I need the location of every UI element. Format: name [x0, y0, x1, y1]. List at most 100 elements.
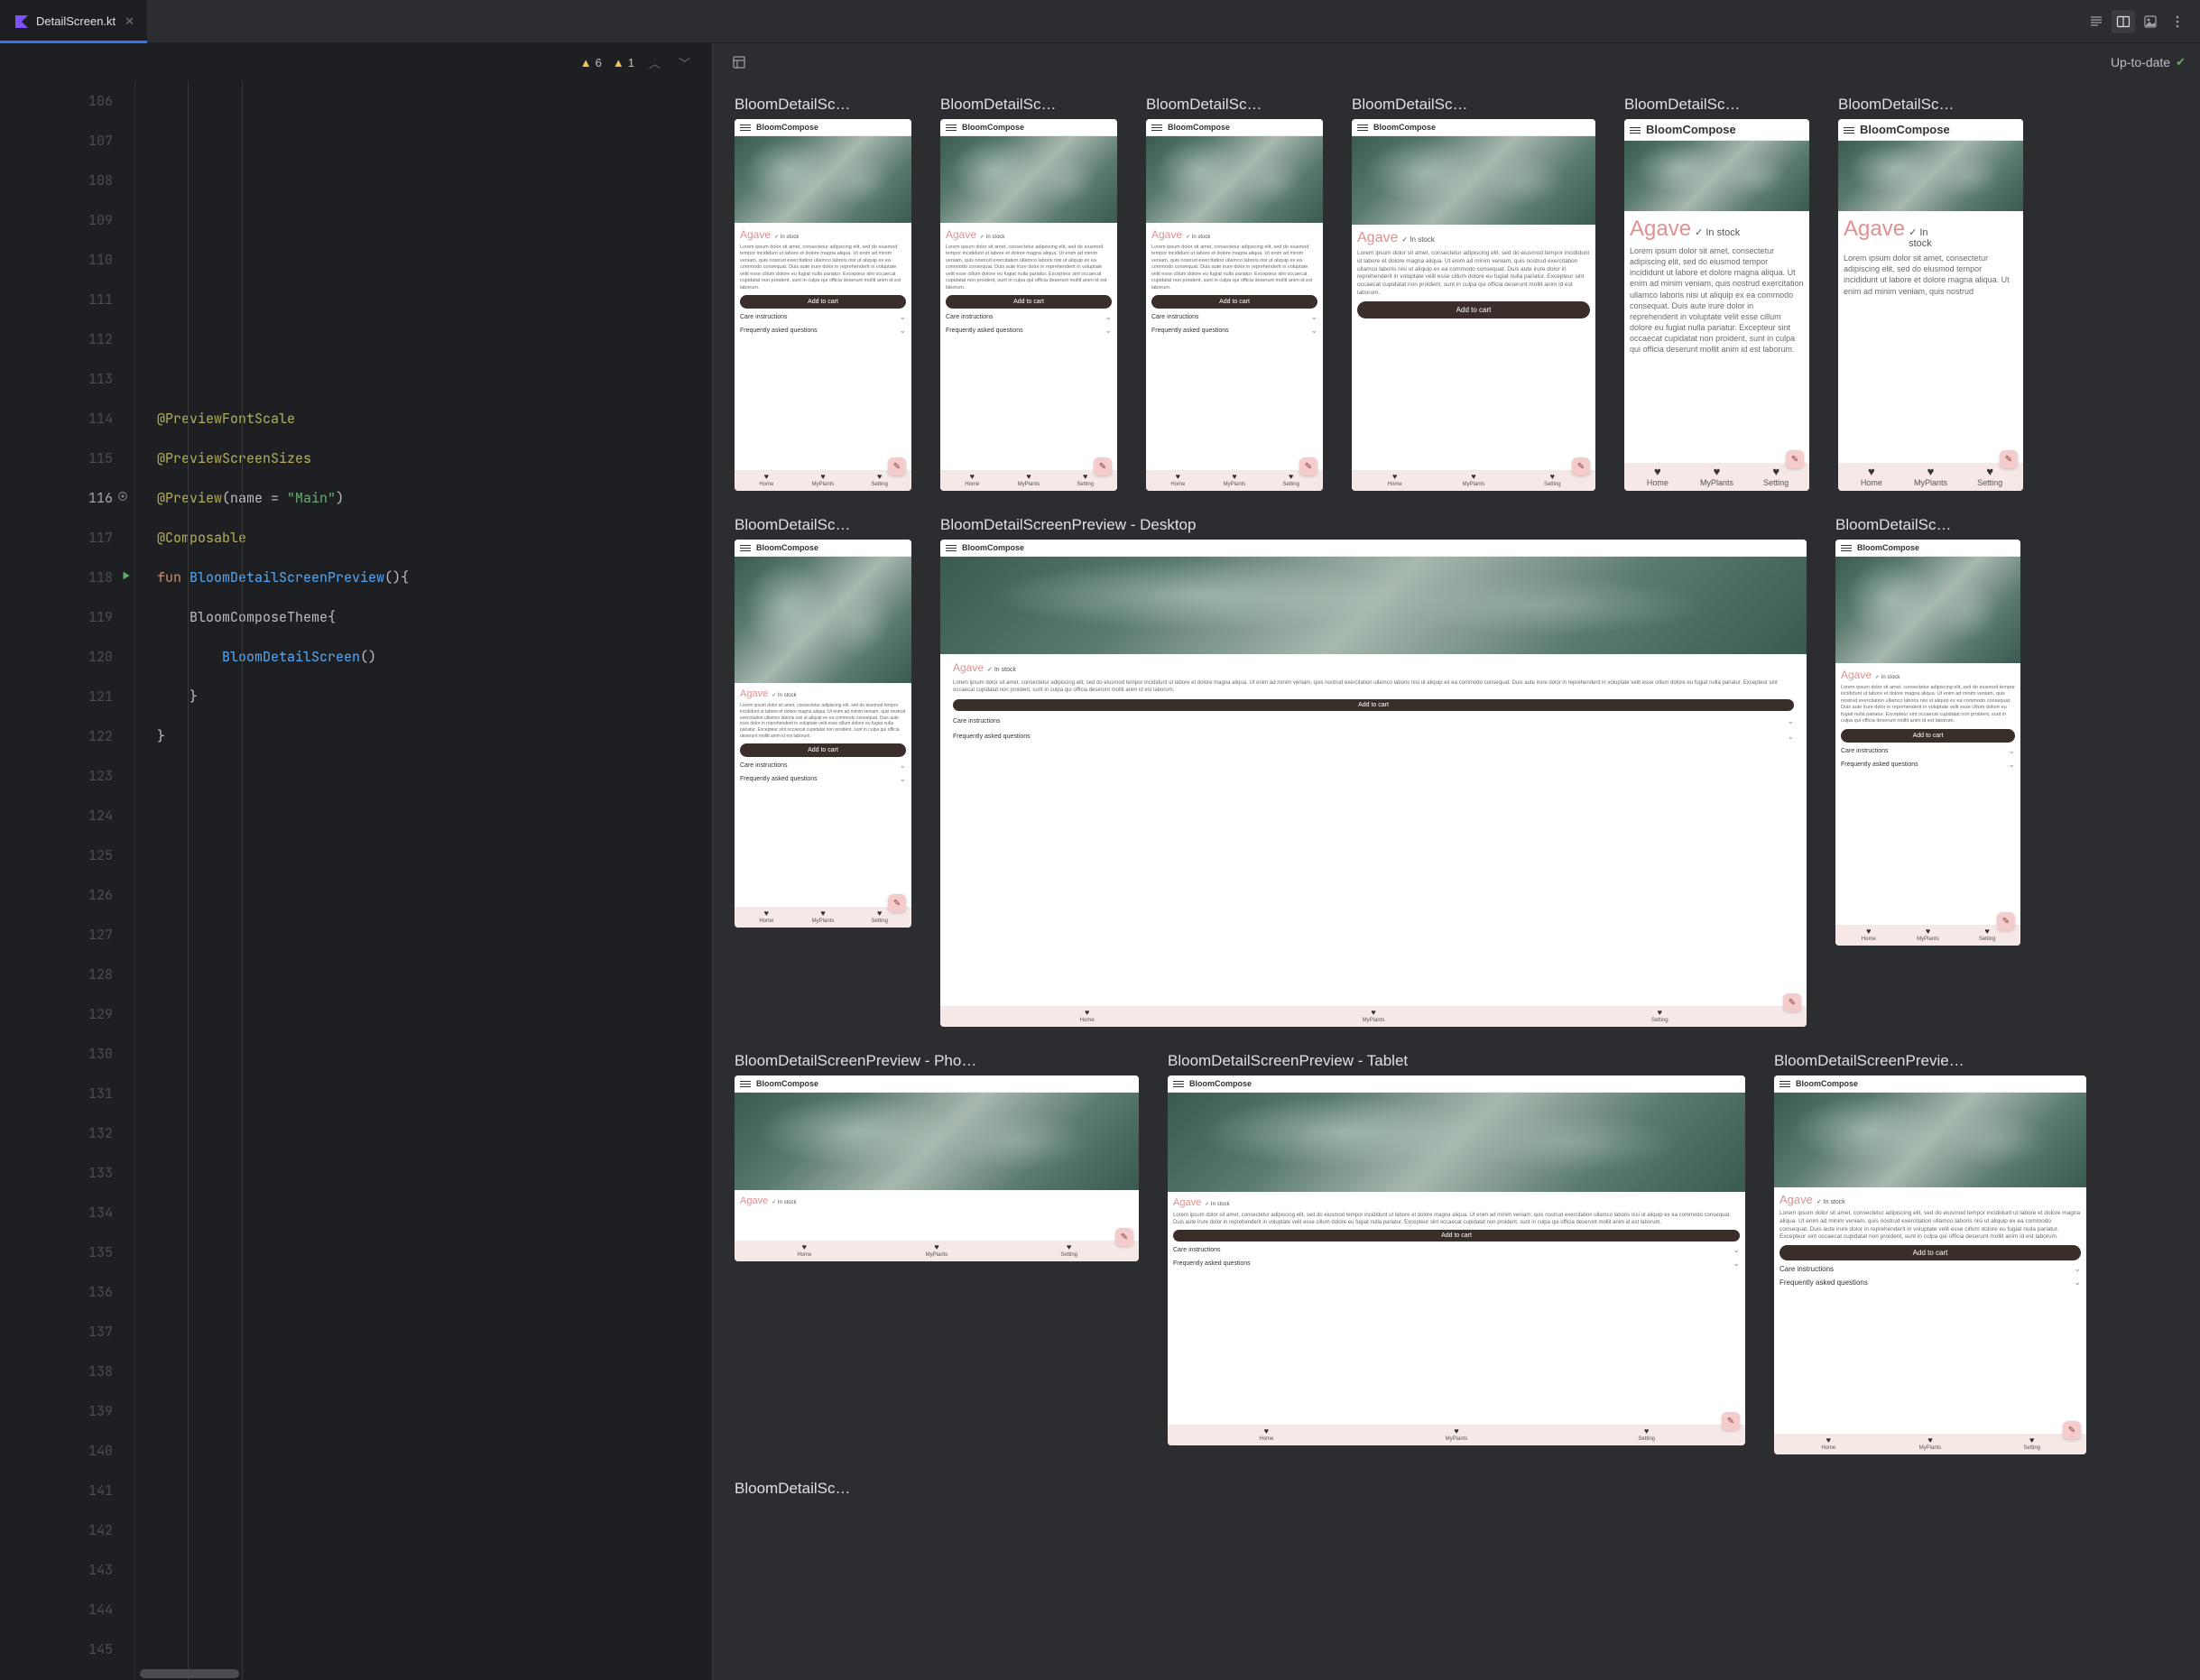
line-number[interactable]: 120	[0, 637, 113, 677]
faq-header[interactable]: Frequently asked questions	[740, 774, 906, 784]
edit-fab[interactable]: ✎	[1572, 457, 1590, 475]
code-view-button[interactable]	[2084, 10, 2108, 33]
code-line[interactable]	[157, 1352, 712, 1391]
code-line[interactable]	[157, 319, 712, 359]
faq-header[interactable]: Frequently asked questions	[1173, 1259, 1740, 1269]
faq-header[interactable]: Frequently asked questions	[740, 326, 906, 336]
file-tab-detailscreen[interactable]: DetailScreen.kt ✕	[0, 0, 147, 42]
code-line[interactable]	[157, 955, 712, 994]
bottom-nav-item[interactable]: ♥ MyPlants	[1899, 928, 1958, 942]
bottom-nav-item[interactable]: ♥ Setting	[1746, 466, 1806, 487]
line-number[interactable]: 108	[0, 161, 113, 200]
next-highlight-button[interactable]: ﹀	[675, 52, 694, 73]
bottom-nav-item[interactable]: ♥ Home	[738, 909, 795, 924]
line-number[interactable]: 141	[0, 1471, 113, 1510]
code-line[interactable]	[157, 994, 712, 1034]
code-line[interactable]	[157, 1312, 712, 1352]
bottom-nav-item[interactable]: ♥ Setting	[1517, 1009, 1803, 1023]
faq-header[interactable]: Frequently asked questions	[953, 732, 1794, 742]
edit-fab[interactable]: ✎	[1299, 457, 1317, 475]
line-number[interactable]: 107	[0, 121, 113, 161]
preview-surface[interactable]: BloomCompose Agave✓ In stock Lorem ipsum…	[1624, 119, 1809, 491]
edit-fab[interactable]: ✎	[888, 894, 906, 912]
line-number[interactable]: 145	[0, 1629, 113, 1669]
bottom-nav-item[interactable]: ♥ MyPlants	[795, 909, 852, 924]
scrollbar-thumb[interactable]	[140, 1669, 239, 1678]
edit-fab[interactable]: ✎	[2063, 1421, 2081, 1439]
weak-warning-indicator[interactable]: ▲ 6	[580, 56, 602, 69]
line-number[interactable]: 129	[0, 994, 113, 1034]
bottom-nav-item[interactable]: ♥ Home	[1839, 928, 1899, 942]
code-line[interactable]	[157, 796, 712, 835]
hamburger-icon[interactable]	[1841, 543, 1852, 552]
line-number[interactable]: 116	[0, 478, 113, 518]
care-instructions-header[interactable]: Care instructions	[1779, 1264, 2081, 1274]
line-number[interactable]: 128	[0, 955, 113, 994]
code-line[interactable]	[157, 1113, 712, 1153]
preview-surface[interactable]: BloomCompose Agave✓ In stock Lorem ipsum…	[735, 540, 911, 928]
bottom-nav-item[interactable]: ♥ MyPlants	[795, 473, 852, 487]
code-line[interactable]: }	[157, 677, 712, 716]
faq-header[interactable]: Frequently asked questions	[1151, 326, 1317, 336]
line-number[interactable]: 112	[0, 319, 113, 359]
preview-surface[interactable]: BloomCompose Agave✓ In stock Lorem ipsum…	[1835, 540, 2020, 946]
code-line[interactable]: @Composable	[157, 518, 712, 558]
code-line[interactable]	[157, 1391, 712, 1431]
line-number[interactable]: 121	[0, 677, 113, 716]
add-to-cart-button[interactable]: Add to cart	[740, 295, 906, 309]
line-number[interactable]: 143	[0, 1550, 113, 1590]
gear-icon[interactable]	[116, 478, 129, 518]
code-line[interactable]	[157, 1153, 712, 1193]
code-line[interactable]	[157, 1034, 712, 1074]
line-number[interactable]: 142	[0, 1510, 113, 1550]
add-to-cart-button[interactable]: Add to cart	[1779, 1245, 2081, 1260]
bottom-nav-item[interactable]: ♥ MyPlants	[1901, 466, 1961, 487]
care-instructions-header[interactable]: Care instructions	[946, 312, 1112, 322]
line-number[interactable]: 119	[0, 597, 113, 637]
code-line[interactable]: @PreviewFontScale	[157, 399, 712, 438]
hamburger-icon[interactable]	[1151, 123, 1162, 132]
code-line[interactable]	[157, 1193, 712, 1232]
hamburger-icon[interactable]	[1357, 123, 1368, 132]
bottom-nav-item[interactable]: ♥ Home	[1778, 1436, 1880, 1451]
code-line[interactable]	[157, 359, 712, 399]
split-view-button[interactable]	[2112, 10, 2135, 33]
hamburger-icon[interactable]	[740, 1079, 751, 1088]
bottom-nav-item[interactable]: ♥ MyPlants	[1230, 1009, 1516, 1023]
run-gutter-icon[interactable]	[120, 558, 133, 597]
hamburger-icon[interactable]	[740, 123, 751, 132]
preview-surface[interactable]: BloomCompose Agave✓ In stock Lorem ipsum…	[1352, 119, 1595, 491]
code-line[interactable]	[157, 915, 712, 955]
add-to-cart-button[interactable]: Add to cart	[1151, 295, 1317, 309]
line-number[interactable]: 132	[0, 1113, 113, 1153]
preview-scroll-area[interactable]: BloomDetailSc… BloomCompose Agave✓ In st…	[713, 81, 2200, 1680]
code-line[interactable]	[157, 1471, 712, 1510]
bottom-nav-item[interactable]: ♥ MyPlants	[1880, 1436, 1982, 1451]
bottom-nav-item[interactable]: ♥ MyPlants	[1001, 473, 1058, 487]
preview-surface[interactable]: BloomCompose Agave✓ In stock Lorem ipsum…	[735, 119, 911, 491]
line-number[interactable]: 136	[0, 1272, 113, 1312]
bottom-nav-item[interactable]: ♥ Home	[1171, 1427, 1362, 1442]
line-number[interactable]: 126	[0, 875, 113, 915]
care-instructions-header[interactable]: Care instructions	[740, 312, 906, 322]
preview-surface[interactable]: BloomCompose Agave✓ In stock ✎ ♥ Home ♥ …	[735, 1075, 1139, 1261]
hamburger-icon[interactable]	[946, 123, 957, 132]
line-number[interactable]: 122	[0, 716, 113, 756]
line-number[interactable]: 117	[0, 518, 113, 558]
line-number[interactable]: 118	[0, 558, 113, 597]
hamburger-icon[interactable]	[1779, 1079, 1790, 1088]
code-line[interactable]	[157, 1232, 712, 1272]
code-line[interactable]	[157, 1431, 712, 1471]
preview-surface[interactable]: BloomCompose Agave✓ In stock Lorem ipsum…	[1168, 1075, 1745, 1445]
faq-header[interactable]: Frequently asked questions	[946, 326, 1112, 336]
code-line[interactable]: BloomComposeTheme{	[157, 597, 712, 637]
edit-fab[interactable]: ✎	[1094, 457, 1112, 475]
bottom-nav-item[interactable]: ♥ MyPlants	[1206, 473, 1263, 487]
bottom-nav-item[interactable]: ♥ Setting	[1960, 466, 2020, 487]
code-line[interactable]	[157, 280, 712, 319]
hamburger-icon[interactable]	[740, 543, 751, 552]
bottom-nav-item[interactable]: ♥ Home	[738, 1243, 871, 1258]
code-line[interactable]: fun BloomDetailScreenPreview(){	[157, 558, 712, 597]
code-line[interactable]	[157, 835, 712, 875]
care-instructions-header[interactable]: Care instructions	[1841, 746, 2015, 756]
